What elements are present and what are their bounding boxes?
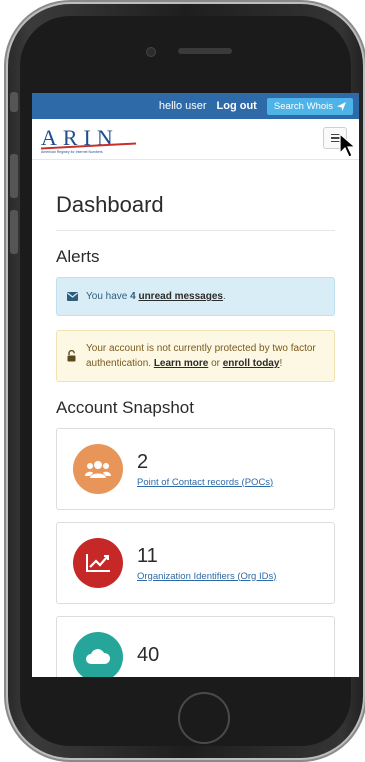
- home-button[interactable]: [178, 692, 230, 744]
- mouse-cursor-icon: [339, 133, 357, 158]
- messages-prefix: You have: [86, 291, 131, 302]
- logo-subtitle: American Registry for Internet Numbers: [41, 150, 103, 154]
- account-snapshot-heading: Account Snapshot: [56, 398, 194, 417]
- cloud-icon: [86, 649, 111, 664]
- exclaim-text: !: [279, 358, 283, 369]
- third-count: 40: [137, 644, 160, 666]
- volume-up-button: [10, 154, 18, 198]
- snapshot-card-pocs[interactable]: 2 Point of Contact records (POCs): [56, 428, 335, 510]
- page-title: Dashboard: [56, 192, 335, 231]
- snapshot-card-third[interactable]: 40: [56, 616, 335, 677]
- pocs-info: 2 Point of Contact records (POCs): [137, 451, 273, 488]
- orgs-link[interactable]: Organization Identifiers (Org IDs): [137, 571, 276, 582]
- two-factor-alert-text: Your account is not currently protected …: [86, 341, 324, 371]
- enroll-today-link[interactable]: enroll today: [223, 358, 280, 369]
- unread-count: 4: [130, 291, 136, 302]
- unread-messages-link[interactable]: unread messages: [138, 291, 223, 302]
- site-header: ARIN American Registry for Internet Numb…: [32, 119, 359, 160]
- orgs-count: 11: [137, 544, 158, 567]
- unlock-icon: [67, 350, 76, 362]
- users-icon: [85, 461, 111, 478]
- pocs-link[interactable]: Point of Contact records (POCs): [137, 477, 273, 488]
- envelope-icon: [67, 292, 78, 301]
- speaker: [178, 48, 232, 54]
- messages-suffix: .: [222, 291, 226, 302]
- orgs-info: 11 Organization Identifiers (Org IDs): [137, 545, 276, 582]
- search-whois-label: Search Whois: [273, 100, 333, 112]
- top-bar: hello user Log out Search Whois: [32, 93, 359, 119]
- search-whois-button[interactable]: Search Whois: [266, 97, 353, 115]
- logout-link[interactable]: Log out: [217, 100, 257, 112]
- line-chart-icon: [86, 554, 110, 572]
- main-content: Dashboard Alerts You have 4 unread messa…: [32, 192, 359, 677]
- volume-down-button: [10, 210, 18, 254]
- camera: [147, 48, 155, 56]
- two-factor-alert: Your account is not currently protected …: [56, 330, 335, 382]
- third-info: 40: [137, 644, 159, 670]
- messages-alert-text: You have 4 unread messages.: [86, 289, 226, 304]
- alerts-heading: Alerts: [56, 247, 100, 266]
- pocs-badge: [73, 444, 123, 494]
- snapshot-card-orgs[interactable]: 11 Organization Identifiers (Org IDs): [56, 522, 335, 604]
- or-text: or: [208, 358, 223, 369]
- mute-switch: [10, 92, 18, 112]
- learn-more-link[interactable]: Learn more: [154, 358, 208, 369]
- send-icon: [337, 101, 346, 111]
- greeting: hello user: [158, 100, 207, 112]
- orgs-badge: [73, 538, 123, 588]
- arin-logo[interactable]: ARIN American Registry for Internet Numb…: [41, 127, 141, 155]
- pocs-count: 2: [137, 450, 149, 473]
- messages-alert: You have 4 unread messages.: [56, 277, 335, 316]
- third-badge: [73, 632, 123, 677]
- screen: hello user Log out Search Whois ARIN Ame…: [32, 93, 359, 677]
